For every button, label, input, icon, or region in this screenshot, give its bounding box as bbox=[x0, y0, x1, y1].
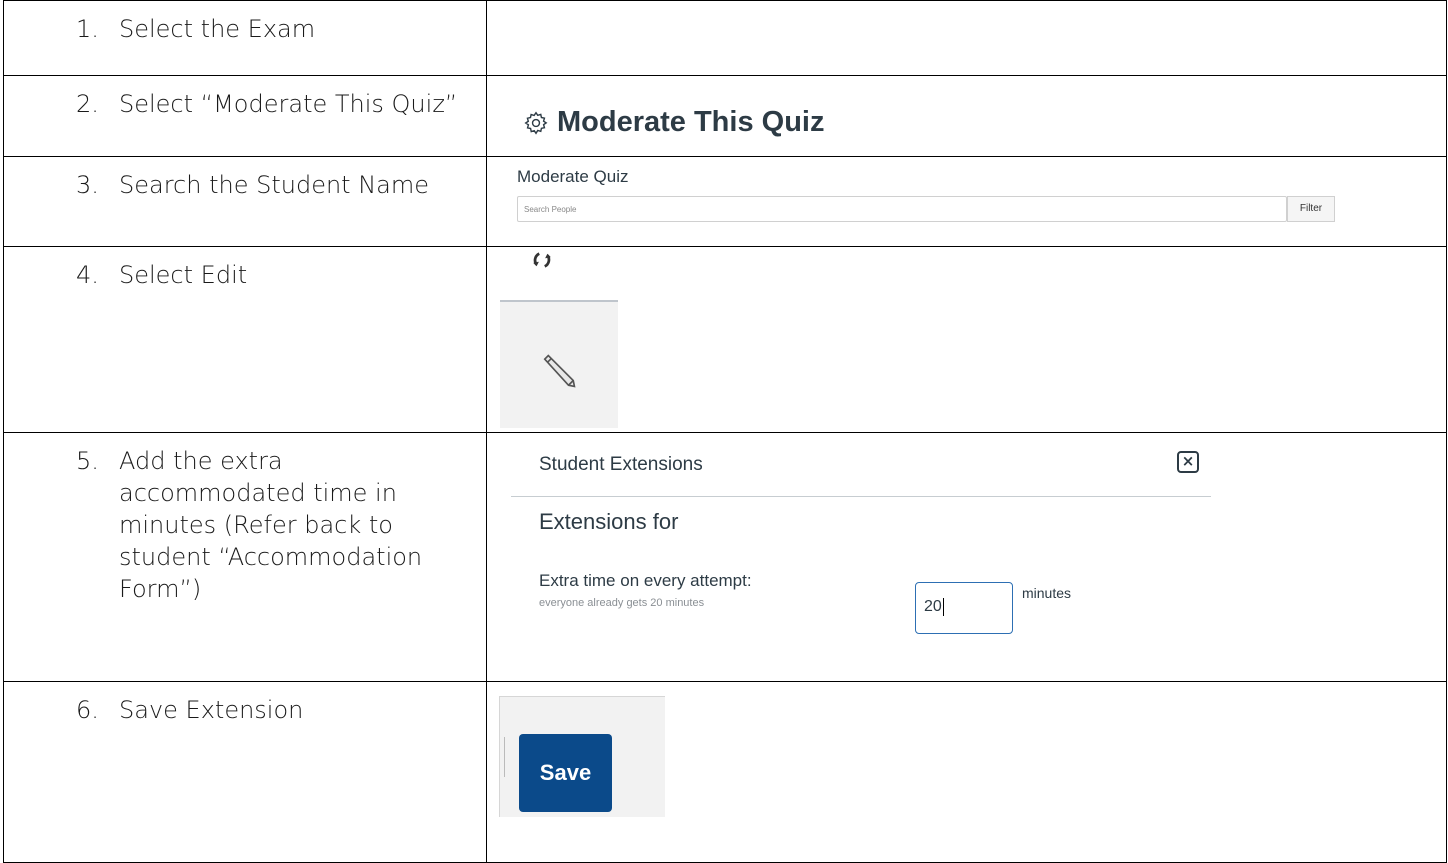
step-cell: 5. Add the extra accommodated time in min… bbox=[3, 432, 487, 682]
table-row: 6. Save Extension Save bbox=[3, 681, 1447, 863]
step-cell: 3. Search the Student Name bbox=[3, 156, 487, 247]
table-row: 1. Select the Exam bbox=[3, 0, 1447, 76]
save-button[interactable]: Save bbox=[519, 734, 612, 812]
step-number: 4. bbox=[76, 261, 99, 289]
step-number: 1. bbox=[76, 15, 99, 43]
extensions-for-heading: Extensions for bbox=[539, 509, 679, 534]
step-cell: 2. Select “Moderate This Quiz” bbox=[3, 75, 487, 157]
search-people-input[interactable]: Search People bbox=[517, 196, 1287, 222]
step-text: Select “Moderate This Quiz” bbox=[119, 90, 458, 118]
minutes-unit-label: minutes bbox=[1022, 585, 1072, 601]
moderate-heading-text: Moderate This Quiz bbox=[557, 106, 825, 138]
refresh-icon[interactable] bbox=[531, 249, 553, 271]
pencil-icon[interactable] bbox=[540, 352, 578, 390]
step-number: 2. bbox=[76, 90, 99, 118]
extra-time-label: Extra time on every attempt: bbox=[539, 571, 752, 590]
gear-icon bbox=[524, 110, 548, 135]
screenshot-cell: Moderate This Quiz bbox=[486, 75, 1447, 157]
text-caret bbox=[942, 597, 944, 616]
step-text: Search the Student Name bbox=[119, 171, 430, 199]
divider bbox=[504, 737, 505, 777]
screenshot-cell: Student Extensions × Extensions for Extr… bbox=[486, 432, 1447, 682]
moderate-this-quiz-link[interactable]: Moderate This Quiz bbox=[523, 106, 824, 139]
save-panel: Save bbox=[499, 696, 665, 817]
table-row: 2. Select “Moderate This Quiz” Moderate T… bbox=[3, 75, 1447, 157]
divider bbox=[511, 496, 1211, 497]
screenshot-cell bbox=[486, 0, 1447, 76]
screenshot-cell bbox=[486, 246, 1447, 433]
step-text: Add the extra accommodated time in minut… bbox=[119, 447, 423, 603]
step-number: 6. bbox=[76, 696, 99, 724]
edit-panel bbox=[500, 300, 618, 428]
student-extensions-title: Student Extensions bbox=[539, 454, 703, 475]
step-text: Save Extension bbox=[119, 696, 304, 724]
step-cell: 1. Select the Exam bbox=[3, 0, 487, 76]
table-row: 4. Select Edit bbox=[3, 246, 1447, 433]
table-row: 3. Search the Student Name Moderate Quiz … bbox=[3, 156, 1447, 247]
moderate-quiz-title: Moderate Quiz bbox=[517, 167, 629, 186]
extra-time-hint: everyone already gets 20 minutes bbox=[539, 597, 705, 609]
minutes-value: 20 bbox=[924, 598, 942, 615]
step-cell: 6. Save Extension bbox=[3, 681, 487, 863]
instructions-table: 1. Select the Exam 2. Select “Moderate Thi… bbox=[3, 0, 1447, 863]
screenshot-cell: Save bbox=[486, 681, 1447, 863]
close-icon[interactable]: × bbox=[1177, 451, 1199, 473]
step-text: Select the Exam bbox=[119, 15, 316, 43]
filter-button[interactable]: Filter bbox=[1287, 196, 1335, 222]
step-cell: 4. Select Edit bbox=[3, 246, 487, 433]
step-number: 3. bbox=[76, 171, 99, 199]
screenshot-cell: Moderate Quiz Search People Filter bbox=[486, 156, 1447, 247]
extra-minutes-input[interactable]: 20 bbox=[915, 582, 1013, 634]
table-row: 5. Add the extra accommodated time in min… bbox=[3, 432, 1447, 682]
step-text: Select Edit bbox=[119, 261, 248, 289]
step-number: 5. bbox=[76, 447, 99, 475]
